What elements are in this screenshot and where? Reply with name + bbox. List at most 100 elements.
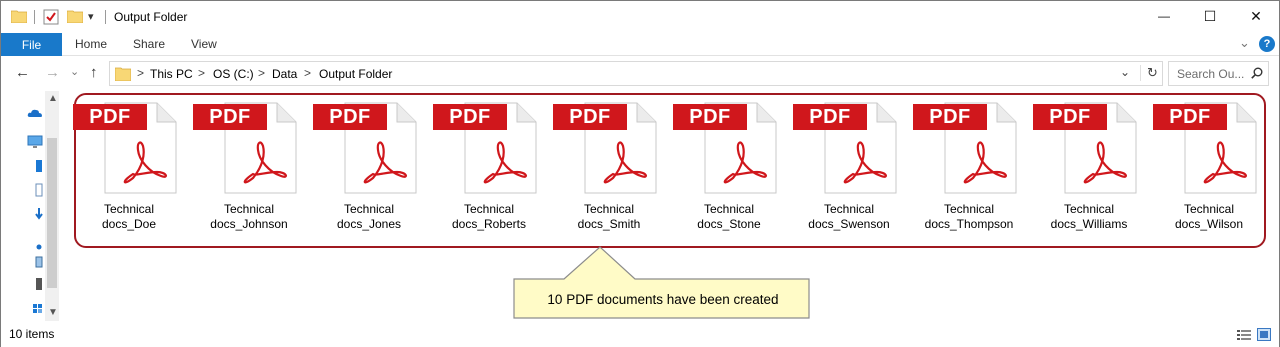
- file-name-line2: docs_Doe: [101, 217, 157, 231]
- explorer-window: ▾ Output Folder — ☐ ✕ File Home Share Vi…: [0, 0, 1280, 347]
- search-input[interactable]: Search Ou...: [1168, 61, 1269, 86]
- file-name-line2: docs_Stone: [697, 217, 761, 231]
- documents-icon[interactable]: [35, 183, 43, 200]
- breadcrumb-separator[interactable]: >: [198, 66, 205, 80]
- file-name: Technical docs_Thompson: [913, 202, 1025, 232]
- file-item[interactable]: PDF Technical docs_Doe: [73, 98, 185, 238]
- callout-text: 10 PDF documents have been created: [547, 291, 779, 307]
- file-name: Technical docs_Stone: [673, 202, 785, 232]
- pdf-badge: PDF: [313, 104, 387, 130]
- search-placeholder: Search Ou...: [1177, 67, 1245, 81]
- file-name-line2: docs_Roberts: [451, 217, 527, 231]
- file-item[interactable]: PDF Technical docs_Johnson: [193, 98, 305, 238]
- forward-button[interactable]: →: [45, 64, 60, 81]
- breadcrumb-separator[interactable]: >: [137, 66, 144, 80]
- breadcrumb-this-pc[interactable]: This PC: [150, 67, 193, 81]
- up-button[interactable]: ↑: [90, 64, 98, 81]
- file-name-line2: docs_Williams: [1050, 217, 1128, 231]
- file-name: Technical docs_Wilson: [1153, 202, 1265, 232]
- scroll-down-icon[interactable]: ▼: [48, 307, 58, 318]
- this-pc-icon[interactable]: [27, 135, 43, 152]
- onedrive-icon[interactable]: [27, 107, 43, 121]
- breadcrumb-data[interactable]: Data: [272, 67, 297, 81]
- refresh-icon[interactable]: ↻: [1140, 65, 1158, 81]
- large-icons-view-icon[interactable]: [1257, 328, 1271, 344]
- file-name-line2: docs_Johnson: [210, 217, 288, 231]
- folder-icon: [114, 66, 132, 84]
- file-item[interactable]: PDF Technical docs_Stone: [673, 98, 785, 238]
- file-item[interactable]: PDF Technical docs_Jones: [313, 98, 425, 238]
- downloads-icon[interactable]: [35, 207, 43, 224]
- details-view-icon[interactable]: [1237, 329, 1251, 344]
- file-name: Technical docs_Johnson: [193, 202, 305, 232]
- file-name-line2: docs_Wilson: [1174, 217, 1244, 231]
- drive-icon[interactable]: [33, 303, 43, 317]
- address-row: ← → ⌄ ↑ > This PC > OS (C:) > Data > Out…: [1, 57, 1279, 90]
- file-name-line1: Technical: [343, 202, 395, 216]
- videos-icon[interactable]: [35, 277, 43, 294]
- properties-icon[interactable]: [43, 9, 59, 28]
- file-item[interactable]: PDF Technical docs_Wilson: [1153, 98, 1265, 238]
- recent-locations-button[interactable]: ⌄: [70, 65, 79, 78]
- file-name: Technical docs_Swenson: [793, 202, 905, 232]
- search-icon[interactable]: [1251, 67, 1263, 82]
- file-name-line2: docs_Swenson: [808, 217, 890, 231]
- file-item[interactable]: PDF Technical docs_Williams: [1033, 98, 1145, 238]
- minimize-button[interactable]: —: [1141, 1, 1187, 31]
- tab-share[interactable]: Share: [133, 37, 165, 51]
- pdf-badge: PDF: [553, 104, 627, 130]
- pdf-badge: PDF: [1153, 104, 1227, 130]
- file-item[interactable]: PDF Technical docs_Roberts: [433, 98, 545, 238]
- file-name-line1: Technical: [463, 202, 515, 216]
- music-icon[interactable]: [36, 239, 42, 253]
- folder-icon: [10, 9, 28, 26]
- breadcrumb-separator[interactable]: >: [304, 66, 311, 80]
- tab-home[interactable]: Home: [75, 37, 107, 51]
- file-name-line2: docs_Jones: [336, 217, 402, 231]
- file-item[interactable]: PDF Technical docs_Smith: [553, 98, 665, 238]
- help-icon[interactable]: ?: [1259, 36, 1275, 52]
- title-separator: [34, 10, 35, 24]
- expand-ribbon-icon[interactable]: ⌄: [1239, 35, 1250, 51]
- file-name-line1: Technical: [943, 202, 995, 216]
- file-name-line1: Technical: [223, 202, 275, 216]
- new-folder-icon[interactable]: [66, 9, 84, 26]
- pdf-badge: PDF: [73, 104, 147, 130]
- file-name-line1: Technical: [823, 202, 875, 216]
- file-name-line2: docs_Smith: [577, 217, 641, 231]
- pdf-badge: PDF: [193, 104, 267, 130]
- file-item[interactable]: PDF Technical docs_Thompson: [913, 98, 1025, 238]
- breadcrumb-output-folder[interactable]: Output Folder: [319, 67, 392, 81]
- back-button[interactable]: ←: [15, 64, 30, 81]
- file-name-line1: Technical: [1183, 202, 1235, 216]
- pdf-badge: PDF: [673, 104, 747, 130]
- file-name: Technical docs_Smith: [553, 202, 665, 232]
- file-name-line1: Technical: [1063, 202, 1115, 216]
- scroll-up-icon[interactable]: ▲: [48, 93, 58, 104]
- file-name-line1: Technical: [103, 202, 155, 216]
- title-bar: ▾ Output Folder — ☐ ✕: [1, 1, 1279, 33]
- pdf-badge: PDF: [1033, 104, 1107, 130]
- maximize-button[interactable]: ☐: [1187, 1, 1233, 31]
- title-separator-2: [105, 10, 106, 24]
- close-button[interactable]: ✕: [1233, 1, 1279, 31]
- file-item[interactable]: PDF Technical docs_Swenson: [793, 98, 905, 238]
- window-title: Output Folder: [114, 10, 188, 24]
- tab-view[interactable]: View: [191, 37, 217, 51]
- pdf-badge: PDF: [913, 104, 987, 130]
- nav-scrollbar-thumb[interactable]: [47, 138, 57, 288]
- file-name: Technical docs_Roberts: [433, 202, 545, 232]
- pictures-icon[interactable]: [35, 256, 43, 271]
- customize-quick-access-icon[interactable]: ▾: [88, 10, 94, 23]
- navigation-pane: ▲ ▼: [1, 91, 59, 321]
- tab-file[interactable]: File: [1, 33, 62, 56]
- desktop-icon[interactable]: [35, 159, 43, 176]
- file-name: Technical docs_Williams: [1033, 202, 1145, 232]
- file-name-line1: Technical: [703, 202, 755, 216]
- item-count: 10 items: [9, 327, 55, 341]
- address-dropdown-icon[interactable]: ⌄: [1120, 65, 1130, 79]
- address-bar[interactable]: > This PC > OS (C:) > Data > Output Fold…: [109, 61, 1163, 86]
- pdf-badge: PDF: [433, 104, 507, 130]
- breadcrumb-os-c[interactable]: OS (C:): [213, 67, 254, 81]
- breadcrumb-separator[interactable]: >: [258, 66, 265, 80]
